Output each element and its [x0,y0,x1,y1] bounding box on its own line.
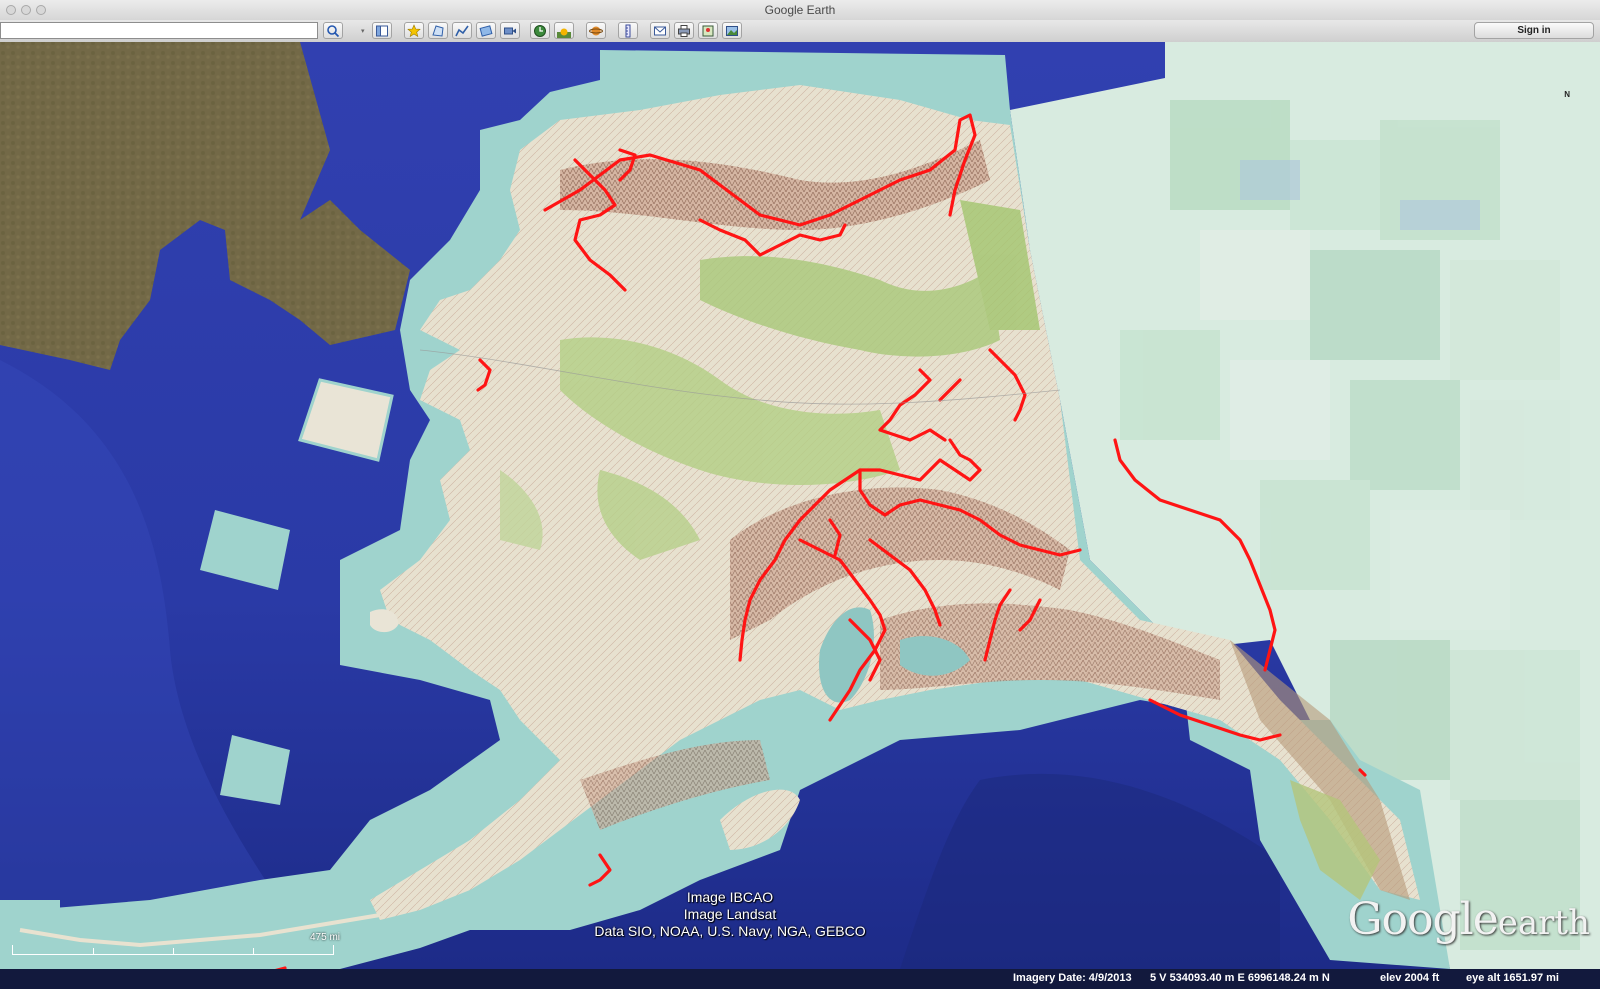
sunlight-icon [557,28,571,38]
map-canvas[interactable] [0,42,1600,969]
scale-bar [12,945,334,955]
tour-icon [504,27,516,34]
sidebar-toggle-button[interactable] [372,22,392,39]
eye-altitude: eye alt 1651.97 mi [1466,972,1559,984]
earth-map-view[interactable]: N [0,42,1600,969]
sunlight-button[interactable] [554,22,574,39]
add-placemark-button[interactable] [404,22,424,39]
title-bar: Google Earth [0,0,1600,21]
ruler-button[interactable] [618,22,638,39]
attribution-line: Image Landsat [683,906,777,922]
cursor-coordinates: 5 V 534093.40 m E 6996148.24 m N [1150,972,1330,984]
toolbar: ▾ Sign in [0,20,1600,43]
status-bar: Imagery Date: 4/9/2013 5 V 534093.40 m E… [0,969,1600,989]
logo-google-text: Google [1347,894,1498,945]
path-icon [455,25,469,36]
switch-planet-button[interactable] [586,22,606,39]
print-icon [678,24,690,37]
maps-icon [702,25,714,36]
logo-earth-text: earth [1497,903,1590,943]
google-earth-logo: Googleearth [1347,894,1590,945]
scale-label: 475 mi [310,932,341,943]
polygon-icon [432,24,444,37]
record-tour-button[interactable] [500,22,520,39]
add-polygon-button[interactable] [428,22,448,39]
imagery-date: Imagery Date: 4/9/2013 [1013,972,1132,984]
save-image-button[interactable] [722,22,742,39]
search-options-arrow[interactable]: ▾ [361,27,365,35]
ruler-icon [625,24,631,37]
email-icon [654,26,666,35]
historical-imagery-icon [534,24,546,37]
north-indicator[interactable]: N [1564,90,1570,99]
email-button[interactable] [650,22,670,39]
imagery-attribution: Image IBCAO Image Landsat Data SIO, NOAA… [560,889,900,940]
historical-imagery-button[interactable] [530,22,550,39]
planet-icon [589,26,603,35]
attribution-line: Data SIO, NOAA, U.S. Navy, NGA, GEBCO [594,923,866,939]
sign-in-button[interactable]: Sign in [1474,22,1594,39]
window-title: Google Earth [764,3,836,17]
search-input[interactable] [0,22,318,39]
sidebar-icon [376,25,388,36]
add-path-button[interactable] [452,22,472,39]
image-overlay-button[interactable] [476,22,496,39]
cursor-elevation: elev 2004 ft [1380,972,1440,984]
print-button[interactable] [674,22,694,39]
search-icon [327,24,340,37]
view-in-maps-button[interactable] [698,22,718,39]
google-earth-window: Google Earth ▾ Sign in N Image IBCAO Ima… [0,0,1600,989]
placemark-icon [407,23,421,37]
photo-icon [726,25,738,36]
image-overlay-icon [479,24,493,37]
attribution-line: Image IBCAO [686,889,774,905]
search-button[interactable] [323,22,343,39]
